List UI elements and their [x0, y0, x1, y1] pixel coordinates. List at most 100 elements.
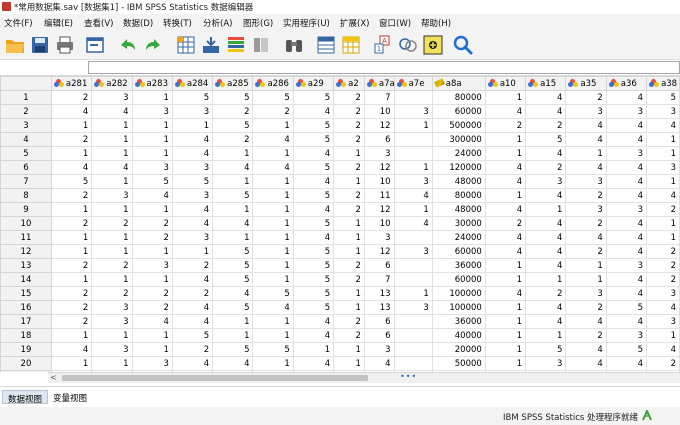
data-cell[interactable]: 4 [131, 314, 173, 329]
data-cell[interactable]: 7 [363, 90, 395, 105]
data-cell[interactable]: 5 [212, 188, 254, 203]
data-cell[interactable]: 2 [484, 118, 527, 133]
data-cell[interactable]: 1 [171, 118, 214, 133]
find-icon[interactable] [283, 34, 305, 56]
data-cell[interactable]: 5 [212, 244, 254, 259]
row-number[interactable]: 10 [0, 216, 52, 231]
data-cell[interactable]: 4 [292, 230, 335, 245]
row-number[interactable]: 2 [0, 104, 52, 119]
data-cell[interactable]: 5 [212, 342, 254, 357]
data-cell[interactable]: 4 [646, 300, 680, 315]
data-cell[interactable]: 4 [292, 104, 335, 119]
data-cell[interactable]: 4 [484, 104, 527, 119]
print-icon[interactable] [54, 34, 76, 56]
data-cell[interactable]: 4 [525, 146, 567, 161]
data-cell[interactable]: 2 [50, 132, 93, 147]
menu-edit[interactable]: 编辑(E) [44, 17, 73, 29]
column-header-a282[interactable]: a282 [91, 76, 133, 91]
data-cell[interactable]: 1 [252, 216, 294, 231]
data-cell[interactable]: 2 [333, 118, 365, 133]
data-cell[interactable]: 1 [252, 272, 294, 287]
column-header-a8a[interactable]: a8a [431, 76, 486, 91]
data-cell[interactable]: 1 [333, 174, 365, 189]
data-cell[interactable]: 4 [484, 286, 527, 301]
scroll-left-icon[interactable]: < [50, 373, 57, 382]
data-cell[interactable]: 2 [91, 216, 133, 231]
data-cell[interactable]: 2 [646, 272, 680, 287]
column-header-a2[interactable]: a2 [333, 76, 365, 91]
data-cell[interactable]: 4 [292, 328, 335, 343]
data-cell[interactable]: 1 [252, 188, 294, 203]
data-cell[interactable]: 1 [393, 202, 433, 217]
data-cell[interactable]: 4 [525, 300, 567, 315]
data-cell[interactable]: 24000 [431, 146, 486, 161]
run-descriptive-icon[interactable] [250, 34, 272, 56]
data-cell[interactable] [393, 328, 433, 343]
data-cell[interactable]: 60000 [431, 272, 486, 287]
row-number[interactable]: 12 [0, 244, 52, 259]
data-cell[interactable]: 2 [646, 356, 680, 371]
data-cell[interactable]: 1 [252, 328, 294, 343]
data-cell[interactable]: 4 [484, 202, 527, 217]
data-cell[interactable]: 2 [131, 300, 173, 315]
data-cell[interactable]: 2 [333, 314, 365, 329]
data-cell[interactable]: 4 [605, 188, 648, 203]
goto-variable-icon[interactable] [200, 34, 222, 56]
data-cell[interactable]: 3 [605, 328, 648, 343]
row-number[interactable]: 3 [0, 118, 52, 133]
data-cell[interactable] [393, 314, 433, 329]
data-cell[interactable]: 20000 [431, 342, 486, 357]
menu-window[interactable]: 窗口(W) [379, 17, 411, 29]
column-header-a10[interactable]: a10 [484, 76, 527, 91]
data-cell[interactable]: 2 [171, 258, 214, 273]
menu-data[interactable]: 数据(D) [123, 17, 153, 29]
data-cell[interactable]: 60000 [431, 244, 486, 259]
data-cell[interactable]: 3 [646, 160, 680, 175]
row-number[interactable]: 5 [0, 146, 52, 161]
data-cell[interactable]: 2 [565, 90, 607, 105]
redo-icon[interactable] [142, 34, 164, 56]
data-cell[interactable]: 3 [393, 244, 433, 259]
data-cell[interactable]: 4 [605, 244, 648, 259]
data-cell[interactable]: 2 [333, 132, 365, 147]
data-cell[interactable]: 6 [363, 132, 395, 147]
data-cell[interactable]: 1 [131, 90, 173, 105]
data-cell[interactable]: 4 [565, 356, 607, 371]
data-cell[interactable]: 6 [363, 314, 395, 329]
column-header-a7a[interactable]: a7a [363, 76, 395, 91]
data-cell[interactable]: 2 [131, 230, 173, 245]
data-cell[interactable]: 1 [646, 328, 680, 343]
scroll-thumb[interactable] [62, 375, 368, 381]
data-cell[interactable] [393, 146, 433, 161]
data-cell[interactable]: 80000 [431, 188, 486, 203]
data-cell[interactable]: 1 [212, 328, 254, 343]
menu-graphs[interactable]: 图形(G) [243, 17, 273, 29]
column-header-a284[interactable]: a284 [171, 76, 214, 91]
column-header-a35[interactable]: a35 [565, 76, 607, 91]
row-number[interactable]: 15 [0, 286, 52, 301]
data-cell[interactable]: 1 [91, 146, 133, 161]
data-cell[interactable]: 1 [525, 328, 567, 343]
data-cell[interactable]: 3 [393, 174, 433, 189]
data-cell[interactable]: 4 [484, 230, 527, 245]
data-cell[interactable]: 4 [212, 160, 254, 175]
data-cell[interactable]: 4 [131, 188, 173, 203]
data-cell[interactable]: 1 [50, 202, 93, 217]
data-cell[interactable]: 5 [292, 118, 335, 133]
data-cell[interactable]: 1 [292, 342, 335, 357]
data-cell[interactable]: 3 [565, 104, 607, 119]
data-cell[interactable]: 1 [50, 244, 93, 259]
tab-data-view[interactable]: 数据视图 [2, 390, 49, 405]
data-cell[interactable]: 13 [363, 300, 395, 315]
menu-utilities[interactable]: 实用程序(U) [283, 17, 330, 29]
split-file-icon[interactable]: A1 [372, 34, 394, 56]
data-cell[interactable]: 4 [605, 272, 648, 287]
data-cell[interactable]: 4 [565, 132, 607, 147]
data-cell[interactable]: 3 [131, 160, 173, 175]
data-cell[interactable]: 1 [131, 118, 173, 133]
data-cell[interactable]: 2 [333, 258, 365, 273]
row-number[interactable]: 8 [0, 188, 52, 203]
data-cell[interactable]: 3 [363, 146, 395, 161]
data-cell[interactable]: 1 [484, 356, 527, 371]
row-number[interactable]: 17 [0, 314, 52, 329]
